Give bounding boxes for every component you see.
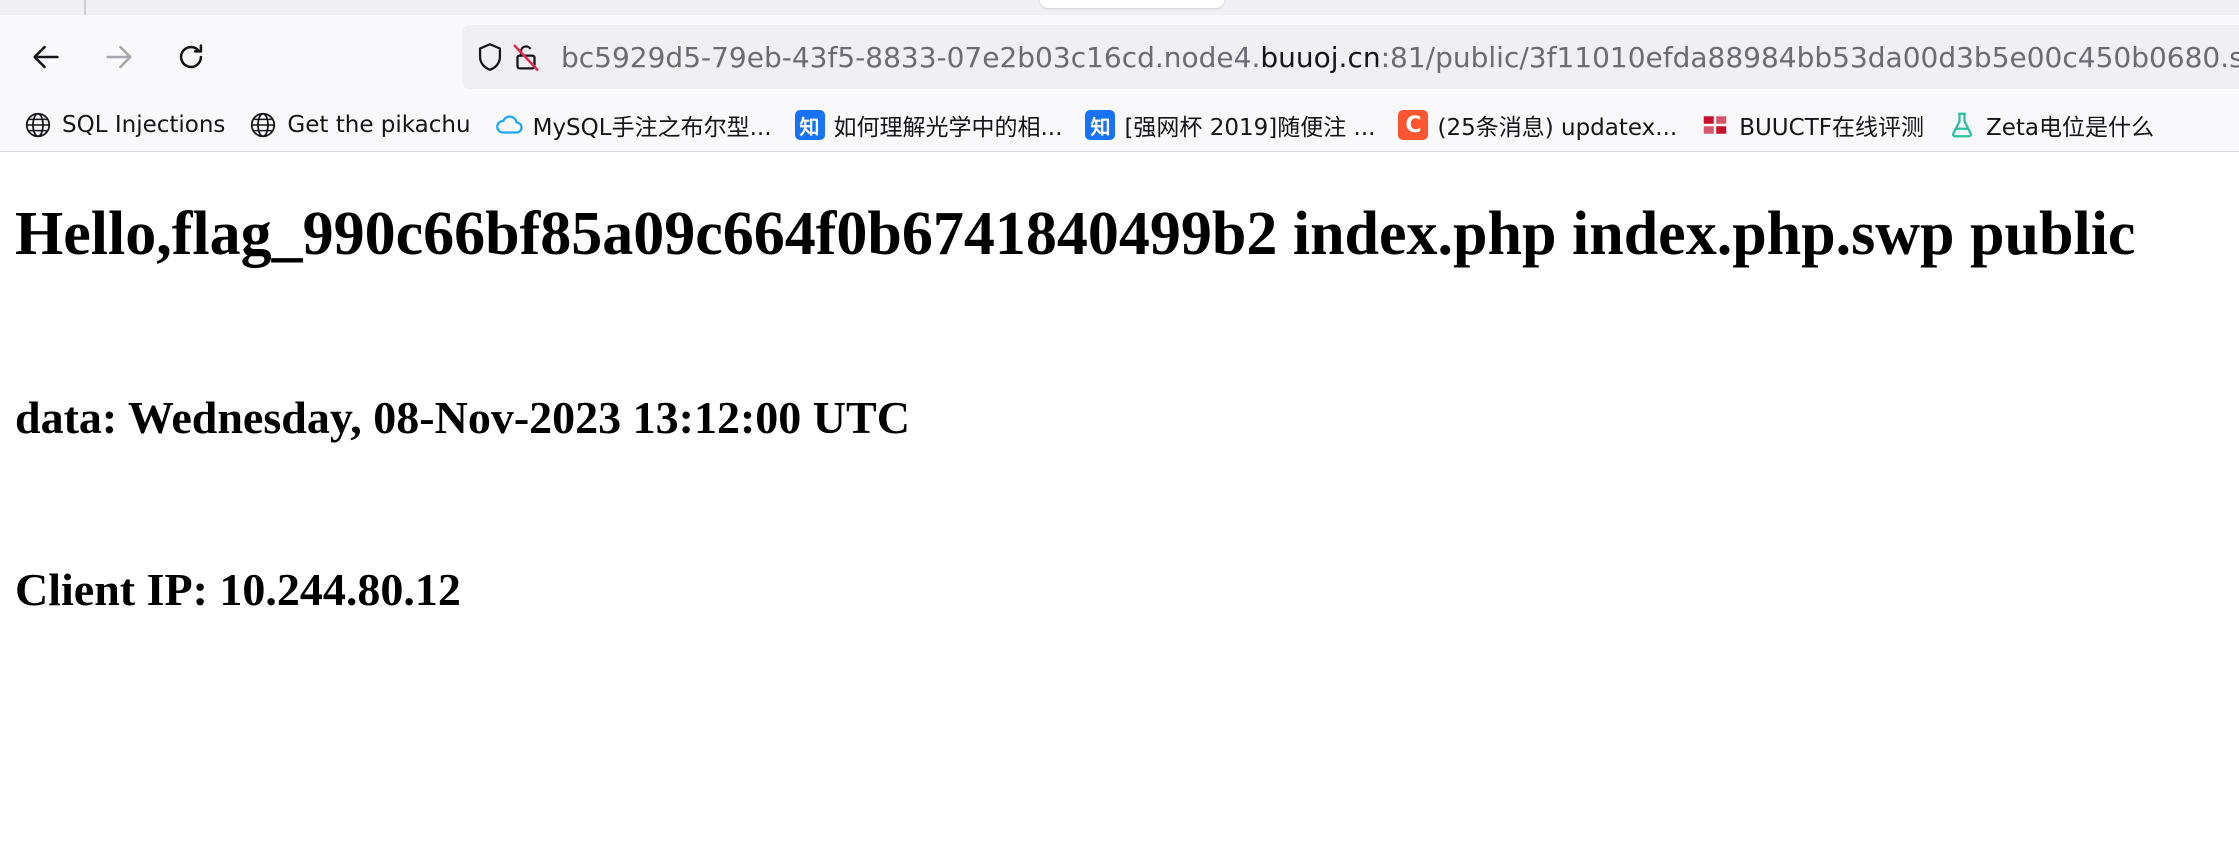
bookmarks-toolbar: SQL Injections Get the pikachu MySQL手注之布… — [0, 99, 2239, 152]
globe-icon — [22, 109, 54, 141]
client-ip-line: Client IP: 10.244.80.12 — [15, 564, 461, 615]
reload-icon — [179, 44, 203, 69]
shield-icon — [478, 43, 502, 71]
bookmark-label: BUUCTF在线评测 — [1739, 115, 1924, 141]
zhihu-icon: 知 — [794, 109, 826, 141]
url-prefix: bc5929d5-79eb-43f5-8833-07e2b03c16cd.nod… — [561, 40, 1261, 74]
bookmark-buuctf[interactable]: BUUCTF在线评测 — [1699, 105, 1924, 145]
reload-button[interactable] — [167, 33, 215, 81]
date-line: data: Wednesday, 08-Nov-2023 13:12:00 UT… — [15, 392, 910, 443]
tracking-protection-button[interactable] — [473, 34, 507, 80]
buuctf-icon — [1699, 109, 1731, 141]
tab-separator — [84, 0, 86, 15]
tab-strip — [0, 0, 2239, 15]
bookmark-zhihu-optics[interactable]: 知 如何理解光学中的相... — [794, 105, 1063, 145]
back-button[interactable] — [22, 33, 70, 81]
site-security-button[interactable] — [509, 34, 543, 80]
bookmark-label: (25条消息) updatex... — [1437, 115, 1678, 141]
csdn-icon: C — [1397, 109, 1429, 141]
insecure-lock-icon — [513, 44, 539, 72]
url-path: :81/public/3f11010efda88984bb53da00d3b5e… — [1380, 40, 2239, 74]
bookmark-label: Get the pikachu — [287, 112, 471, 138]
page-heading: Hello,flag_990c66bf85a09c664f0b674184049… — [15, 200, 2136, 268]
url-host: buuoj.cn — [1260, 40, 1381, 74]
navigation-toolbar: bc5929d5-79eb-43f5-8833-07e2b03c16cd.nod… — [0, 15, 2239, 99]
bookmark-label: 如何理解光学中的相... — [833, 115, 1063, 141]
arrow-right-icon — [106, 45, 132, 69]
zhihu-icon: 知 — [1084, 109, 1116, 141]
address-bar[interactable]: bc5929d5-79eb-43f5-8833-07e2b03c16cd.nod… — [462, 25, 2239, 89]
page-content: Hello,flag_990c66bf85a09c664f0b674184049… — [0, 153, 2239, 848]
forward-button[interactable] — [95, 33, 143, 81]
bookmark-get-the-pikachu[interactable]: Get the pikachu — [247, 105, 471, 145]
bookmark-csdn-updatexml[interactable]: C (25条消息) updatex... — [1397, 105, 1677, 145]
bookmark-label: SQL Injections — [62, 112, 226, 138]
globe-icon — [247, 109, 279, 141]
url-text[interactable]: bc5929d5-79eb-43f5-8833-07e2b03c16cd.nod… — [561, 41, 2239, 74]
bookmark-sql-injections[interactable]: SQL Injections — [22, 105, 225, 145]
csdn-icon-glyph: C — [1398, 110, 1429, 140]
bookmark-mysql-boolean[interactable]: MySQL手注之布尔型... — [493, 105, 772, 145]
bookmark-zeta-potential[interactable]: Zeta电位是什么 — [1946, 105, 2154, 145]
bookmark-label: Zeta电位是什么 — [1985, 115, 2155, 141]
bookmark-qwb-2019[interactable]: 知 [强网杯 2019]随便注 ... — [1084, 105, 1375, 145]
zhihu-icon-glyph: 知 — [794, 110, 825, 140]
bookmark-label: MySQL手注之布尔型... — [532, 115, 772, 141]
arrow-left-icon — [33, 45, 59, 69]
bookmark-label: [强网杯 2019]随便注 ... — [1124, 115, 1376, 141]
zhihu-icon-glyph: 知 — [1085, 110, 1116, 140]
active-tab[interactable] — [1040, 0, 1224, 8]
flask-icon — [1946, 109, 1978, 141]
cloud-icon — [493, 109, 525, 141]
